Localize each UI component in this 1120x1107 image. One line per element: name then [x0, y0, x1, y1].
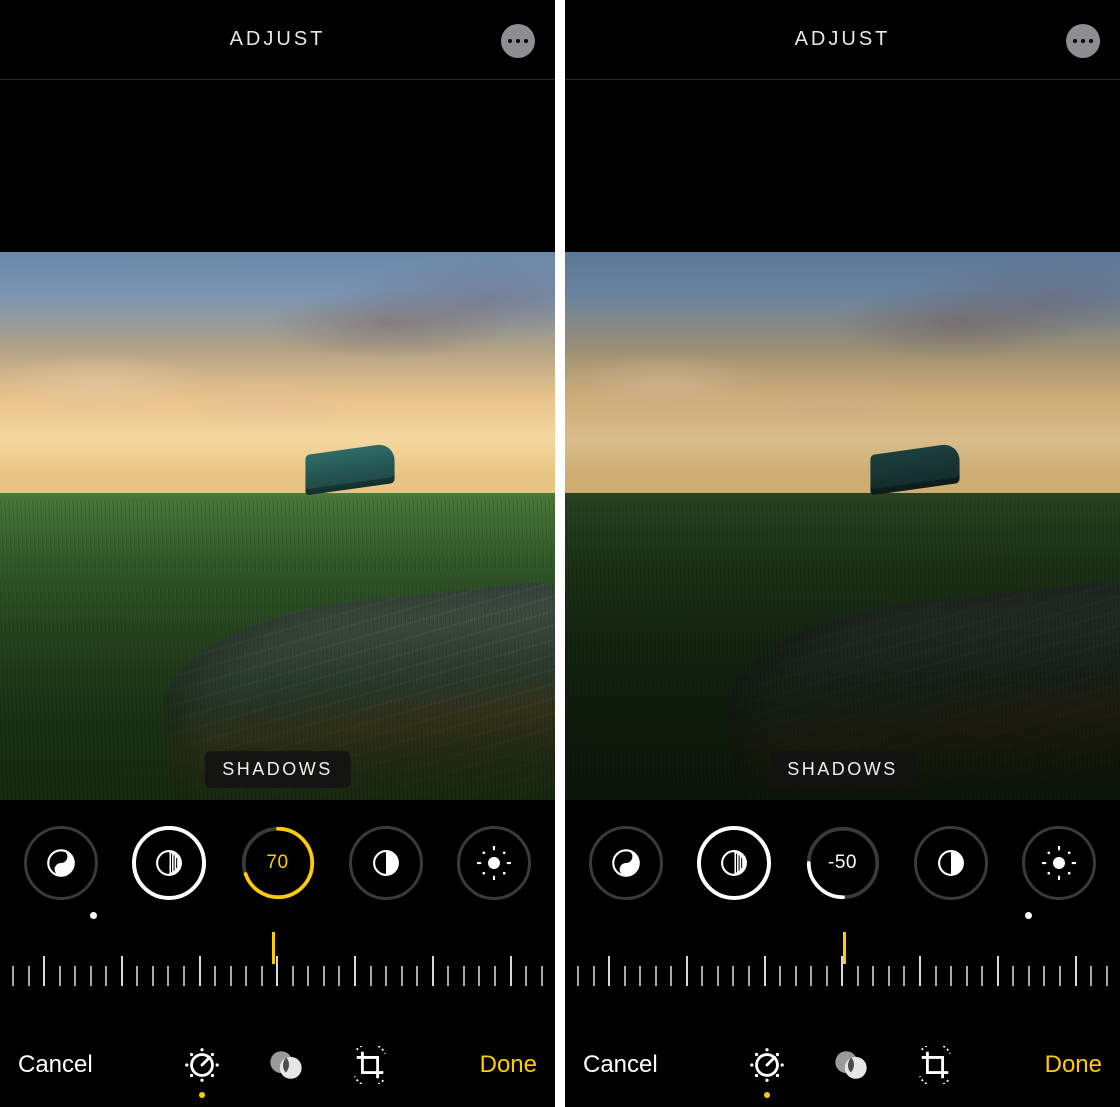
mode-filters[interactable] [832, 1046, 870, 1084]
yin-yang-icon [44, 846, 78, 880]
value-scale[interactable] [565, 932, 1120, 996]
yin-yang-icon [609, 846, 643, 880]
selected-dot [764, 1092, 770, 1098]
dial-row: -50 [565, 800, 1120, 906]
mode-crop[interactable] [916, 1046, 954, 1084]
header: ADJUST [0, 0, 555, 80]
dial-contrast[interactable] [914, 826, 988, 900]
header-title: ADJUST [795, 28, 891, 51]
scale-ticks [12, 956, 543, 986]
progress-ring [806, 826, 880, 900]
tool-badge: SHADOWS [769, 751, 916, 788]
mode-crop[interactable] [351, 1046, 389, 1084]
tool-badge: SHADOWS [204, 751, 351, 788]
indicator-dot [1025, 912, 1032, 919]
mode-adjust[interactable] [183, 1046, 221, 1084]
filters-overlap-icon [267, 1046, 305, 1084]
more-button[interactable] [1066, 24, 1100, 58]
half-circle-icon [934, 846, 968, 880]
selected-dot [199, 1092, 205, 1098]
photo-content [0, 252, 555, 800]
footer: Cancel [0, 1029, 555, 1107]
dot-indicator-row [589, 908, 1096, 926]
mode-filters[interactable] [267, 1046, 305, 1084]
dial-blacks[interactable] [24, 826, 98, 900]
more-icon [508, 39, 513, 44]
cancel-button[interactable]: Cancel [583, 1051, 658, 1079]
dial-contrast[interactable] [349, 826, 423, 900]
sun-icon [477, 846, 511, 880]
mode-adjust[interactable] [748, 1046, 786, 1084]
indicator-dot [90, 912, 97, 919]
more-icon [1073, 39, 1078, 44]
dot-indicator-row [24, 908, 531, 926]
done-button[interactable]: Done [480, 1051, 537, 1079]
sun-icon [1042, 846, 1076, 880]
done-button[interactable]: Done [1045, 1051, 1102, 1079]
screen-right: ADJUST SHADOWS [565, 0, 1120, 1107]
cancel-button[interactable]: Cancel [18, 1051, 93, 1079]
crop-rotate-icon [351, 1046, 389, 1084]
half-circle-icon [369, 846, 403, 880]
footer-mode-icons [183, 1046, 389, 1084]
dial-row: 70 [0, 800, 555, 906]
adjust-dial-icon [183, 1046, 221, 1084]
header: ADJUST [565, 0, 1120, 80]
screen-left: ADJUST SHADOWS [0, 0, 555, 1107]
footer-mode-icons [748, 1046, 954, 1084]
dial-blacks[interactable] [589, 826, 663, 900]
photo-preview[interactable]: SHADOWS [0, 252, 555, 800]
filters-overlap-icon [832, 1046, 870, 1084]
dial-brightness[interactable] [1022, 826, 1096, 900]
dial-shadows-active[interactable]: 70 [241, 826, 315, 900]
scale-ticks [577, 956, 1108, 986]
dial-shadows-neighbor[interactable] [697, 826, 771, 900]
dial-shadows-active[interactable]: -50 [806, 826, 880, 900]
photo-content [565, 252, 1120, 800]
photo-preview[interactable]: SHADOWS [565, 252, 1120, 800]
dial-shadows-neighbor[interactable] [132, 826, 206, 900]
footer: Cancel [565, 1029, 1120, 1107]
more-button[interactable] [501, 24, 535, 58]
adjust-dial-icon [748, 1046, 786, 1084]
progress-ring [241, 826, 315, 900]
value-scale[interactable] [0, 932, 555, 996]
half-shaded-circle-icon [717, 846, 751, 880]
header-title: ADJUST [230, 28, 326, 51]
half-shaded-circle-icon [152, 846, 186, 880]
crop-rotate-icon [916, 1046, 954, 1084]
dial-brightness[interactable] [457, 826, 531, 900]
